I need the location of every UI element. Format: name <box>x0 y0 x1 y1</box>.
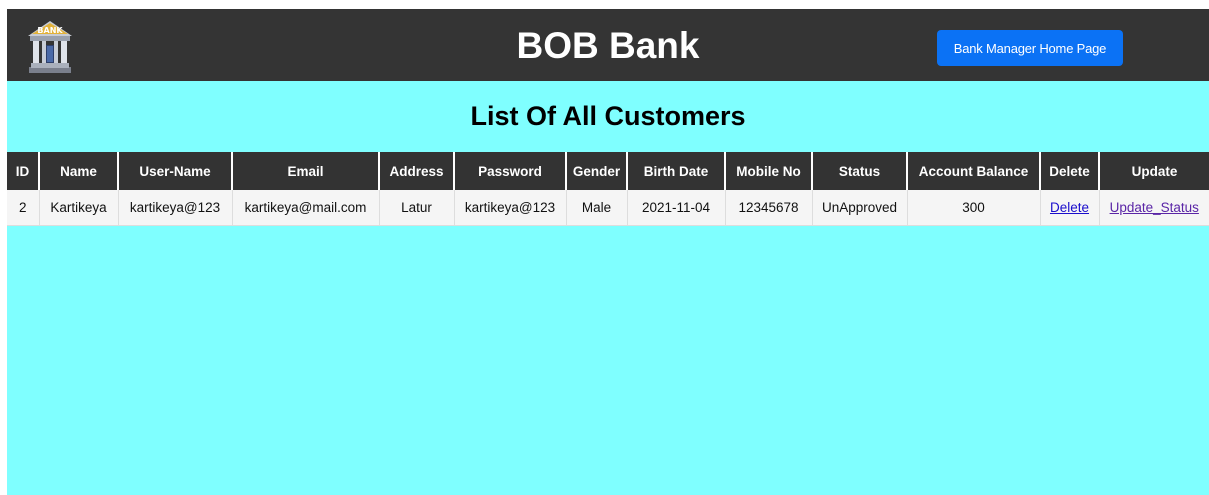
column-header-email: Email <box>232 152 380 190</box>
cell-status: UnApproved <box>812 190 908 226</box>
column-header-balance: Account Balance <box>907 152 1041 190</box>
cell-id: 2 <box>7 190 40 226</box>
column-header-birth-date: Birth Date <box>627 152 726 190</box>
table-header-row: ID Name User-Name Email Address Password… <box>7 152 1209 190</box>
column-header-username: User-Name <box>118 152 233 190</box>
column-header-update: Update <box>1099 152 1209 190</box>
bank-manager-home-button[interactable]: Bank Manager Home Page <box>937 30 1123 66</box>
column-header-address: Address <box>379 152 455 190</box>
table-row: 2 Kartikeya kartikeya@123 kartikeya@mail… <box>7 190 1209 226</box>
column-header-delete: Delete <box>1040 152 1100 190</box>
page-heading: List Of All Customers <box>470 101 746 131</box>
update-status-link[interactable]: Update_Status <box>1110 200 1199 215</box>
cell-update: Update_Status <box>1099 190 1209 226</box>
column-header-name: Name <box>39 152 119 190</box>
cell-mobile: 12345678 <box>725 190 813 226</box>
column-header-mobile: Mobile No <box>725 152 813 190</box>
cell-delete: Delete <box>1040 190 1100 226</box>
navbar: BANK BOB Bank Bank Manager Home Page <box>7 9 1209 81</box>
column-header-gender: Gender <box>566 152 628 190</box>
column-header-id: ID <box>7 152 40 190</box>
cell-name: Kartikeya <box>39 190 119 226</box>
column-header-password: Password <box>454 152 567 190</box>
page: BANK BOB Bank Bank Manager Home Page Lis… <box>7 9 1209 495</box>
column-header-status: Status <box>812 152 908 190</box>
cell-address: Latur <box>379 190 455 226</box>
cell-password: kartikeya@123 <box>454 190 567 226</box>
customers-table: ID Name User-Name Email Address Password… <box>7 152 1209 226</box>
cell-email: kartikeya@mail.com <box>232 190 380 226</box>
delete-link[interactable]: Delete <box>1050 200 1089 215</box>
cell-balance: 300 <box>907 190 1041 226</box>
cell-birth-date: 2021-11-04 <box>627 190 726 226</box>
cell-gender: Male <box>566 190 628 226</box>
cell-username: kartikeya@123 <box>118 190 233 226</box>
